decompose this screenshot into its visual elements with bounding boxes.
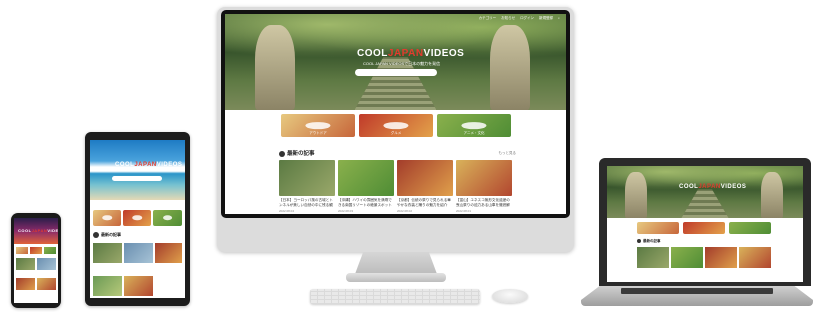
top-nav: カテゴリー お知らせ ログイン 新規登録 ⌕: [475, 16, 560, 21]
search-icon[interactable]: ⌕: [558, 16, 560, 20]
laptop-card-4[interactable]: [739, 247, 771, 268]
phone-card-3[interactable]: [16, 278, 35, 290]
site-logo[interactable]: COOLJAPANVIDEOS: [357, 48, 464, 59]
phone-card-1[interactable]: [16, 258, 35, 270]
tablet-card-2[interactable]: [124, 243, 153, 263]
article-thumb-1: [279, 160, 335, 196]
laptop-card-3[interactable]: [705, 247, 737, 268]
laptop-logo: COOLJAPANVIDEOS: [679, 184, 747, 190]
article-title-3: 【京都】伝統の祭りで見られる華やかな衣装と踊りの魅力を紹介: [397, 198, 451, 207]
tablet-category-outdoor[interactable]: [93, 210, 121, 226]
food-icon: [383, 121, 409, 130]
nav-item-1[interactable]: お知らせ: [501, 16, 515, 20]
article-date-1: 2022.08.04: [279, 209, 295, 213]
laptop-category-3[interactable]: [729, 222, 771, 234]
laptop-category-2[interactable]: [683, 222, 725, 234]
right-statue: [490, 25, 530, 110]
monitor-neck: [355, 252, 437, 274]
phone-category-3[interactable]: [44, 247, 56, 254]
hero-banner: カテゴリー お知らせ ログイン 新規登録 ⌕ COOLJAPANVIDEOS C…: [225, 14, 566, 110]
tablet-device: COOLJAPANVIDEOS 最新の記事: [85, 132, 190, 306]
category-outdoor[interactable]: アウトドア: [281, 114, 355, 137]
laptop-hero: COOLJAPANVIDEOS: [607, 166, 803, 218]
article-date-4: 2022.08.01: [456, 209, 472, 213]
nav-item-0[interactable]: カテゴリー: [479, 16, 497, 20]
nav-item-2[interactable]: ログイン: [520, 16, 534, 20]
culture-icon: [461, 121, 487, 130]
article-card-4[interactable]: 【富山】ユネスコ無形文化遺産の曳山祭りの迫力ある山車を徹底解説 2022.08.…: [456, 160, 512, 213]
monitor-screen: カテゴリー お知らせ ログイン 新規登録 ⌕ COOLJAPANVIDEOS C…: [225, 14, 566, 214]
tablet-card-1[interactable]: [93, 243, 122, 263]
article-title-1: 【日本】ヨーロッパ風の古城とトンネルが美しい自然の中に残る観光スポット: [279, 198, 333, 207]
article-thumb-2: [338, 160, 394, 196]
article-date-3: 2022.08.02: [397, 209, 413, 213]
phone-card-4[interactable]: [37, 278, 56, 290]
laptop-base: [581, 286, 813, 306]
laptop-keyboard: [621, 288, 773, 294]
more-link[interactable]: もっと見る: [499, 151, 517, 156]
tablet-hero: [90, 140, 185, 200]
laptop-lid: COOLJAPANVIDEOS 最新の記事: [599, 158, 811, 286]
tablet-screen: COOLJAPANVIDEOS 最新の記事: [90, 140, 185, 298]
phone-card-2[interactable]: [37, 258, 56, 270]
hero-search-input[interactable]: [355, 69, 437, 76]
article-thumb-4: [456, 160, 512, 196]
keyboard: [310, 289, 480, 304]
tablet-section-heading: 最新の記事: [93, 232, 121, 238]
tablet-card-5[interactable]: [124, 276, 153, 296]
phone-category-1[interactable]: [16, 247, 28, 254]
tablet-search-input[interactable]: [112, 176, 162, 181]
category-gourmet-label: グルメ: [390, 131, 402, 135]
clock-icon: [279, 150, 285, 157]
phone-logo: COOLJAPANVIDEOS: [18, 228, 58, 233]
nav-item-3[interactable]: 新規登録: [539, 16, 553, 20]
site-tagline: COOL JAPAN VIDEOSで日本の魅力を発信: [363, 61, 441, 66]
article-card-2[interactable]: 【沖縄】ハワイの雰囲気を満喫できる南国リゾートの絶景スポット紹介 2022.08…: [338, 160, 394, 213]
tablet-card-4[interactable]: [93, 276, 122, 296]
article-title-4: 【富山】ユネスコ無形文化遺産の曳山祭りの迫力ある山車を徹底解説: [456, 198, 510, 207]
article-date-2: 2022.08.03: [338, 209, 354, 213]
category-culture-label: アニメ・文化: [463, 131, 485, 135]
tablet-category-culture[interactable]: [153, 210, 182, 226]
article-card-3[interactable]: 【京都】伝統の祭りで見られる華やかな衣装と踊りの魅力を紹介 2022.08.02: [397, 160, 453, 213]
laptop-screen: COOLJAPANVIDEOS 最新の記事: [607, 166, 803, 282]
tablet-logo: COOLJAPANVIDEOS: [115, 162, 183, 168]
article-title-2: 【沖縄】ハワイの雰囲気を満喫できる南国リゾートの絶景スポット紹介: [338, 198, 392, 207]
laptop-section-heading: 最新の記事: [637, 239, 661, 244]
phone-screen: COOLJAPANVIDEOS: [14, 218, 58, 303]
phone-device: COOLJAPANVIDEOS: [11, 213, 61, 308]
article-thumb-3: [397, 160, 453, 196]
tent-icon: [305, 121, 331, 130]
tablet-card-3[interactable]: [155, 243, 182, 263]
phone-category-2[interactable]: [30, 247, 42, 254]
monitor-device: カテゴリー お知らせ ログイン 新規登録 ⌕ COOLJAPANVIDEOS C…: [217, 7, 574, 252]
laptop-category-1[interactable]: [637, 222, 679, 234]
latest-heading: 最新の記事: [279, 149, 315, 157]
article-card-1[interactable]: 【日本】ヨーロッパ風の古城とトンネルが美しい自然の中に残る観光スポット 2022…: [279, 160, 335, 213]
mouse: [492, 289, 528, 303]
monitor-base: [346, 273, 446, 282]
category-gourmet[interactable]: グルメ: [359, 114, 433, 137]
category-outdoor-label: アウトドア: [309, 131, 327, 135]
laptop-card-1[interactable]: [637, 247, 669, 268]
laptop-card-2[interactable]: [671, 247, 703, 268]
left-statue: [255, 25, 295, 110]
category-culture[interactable]: アニメ・文化: [437, 114, 511, 137]
tablet-category-gourmet[interactable]: [123, 210, 151, 226]
